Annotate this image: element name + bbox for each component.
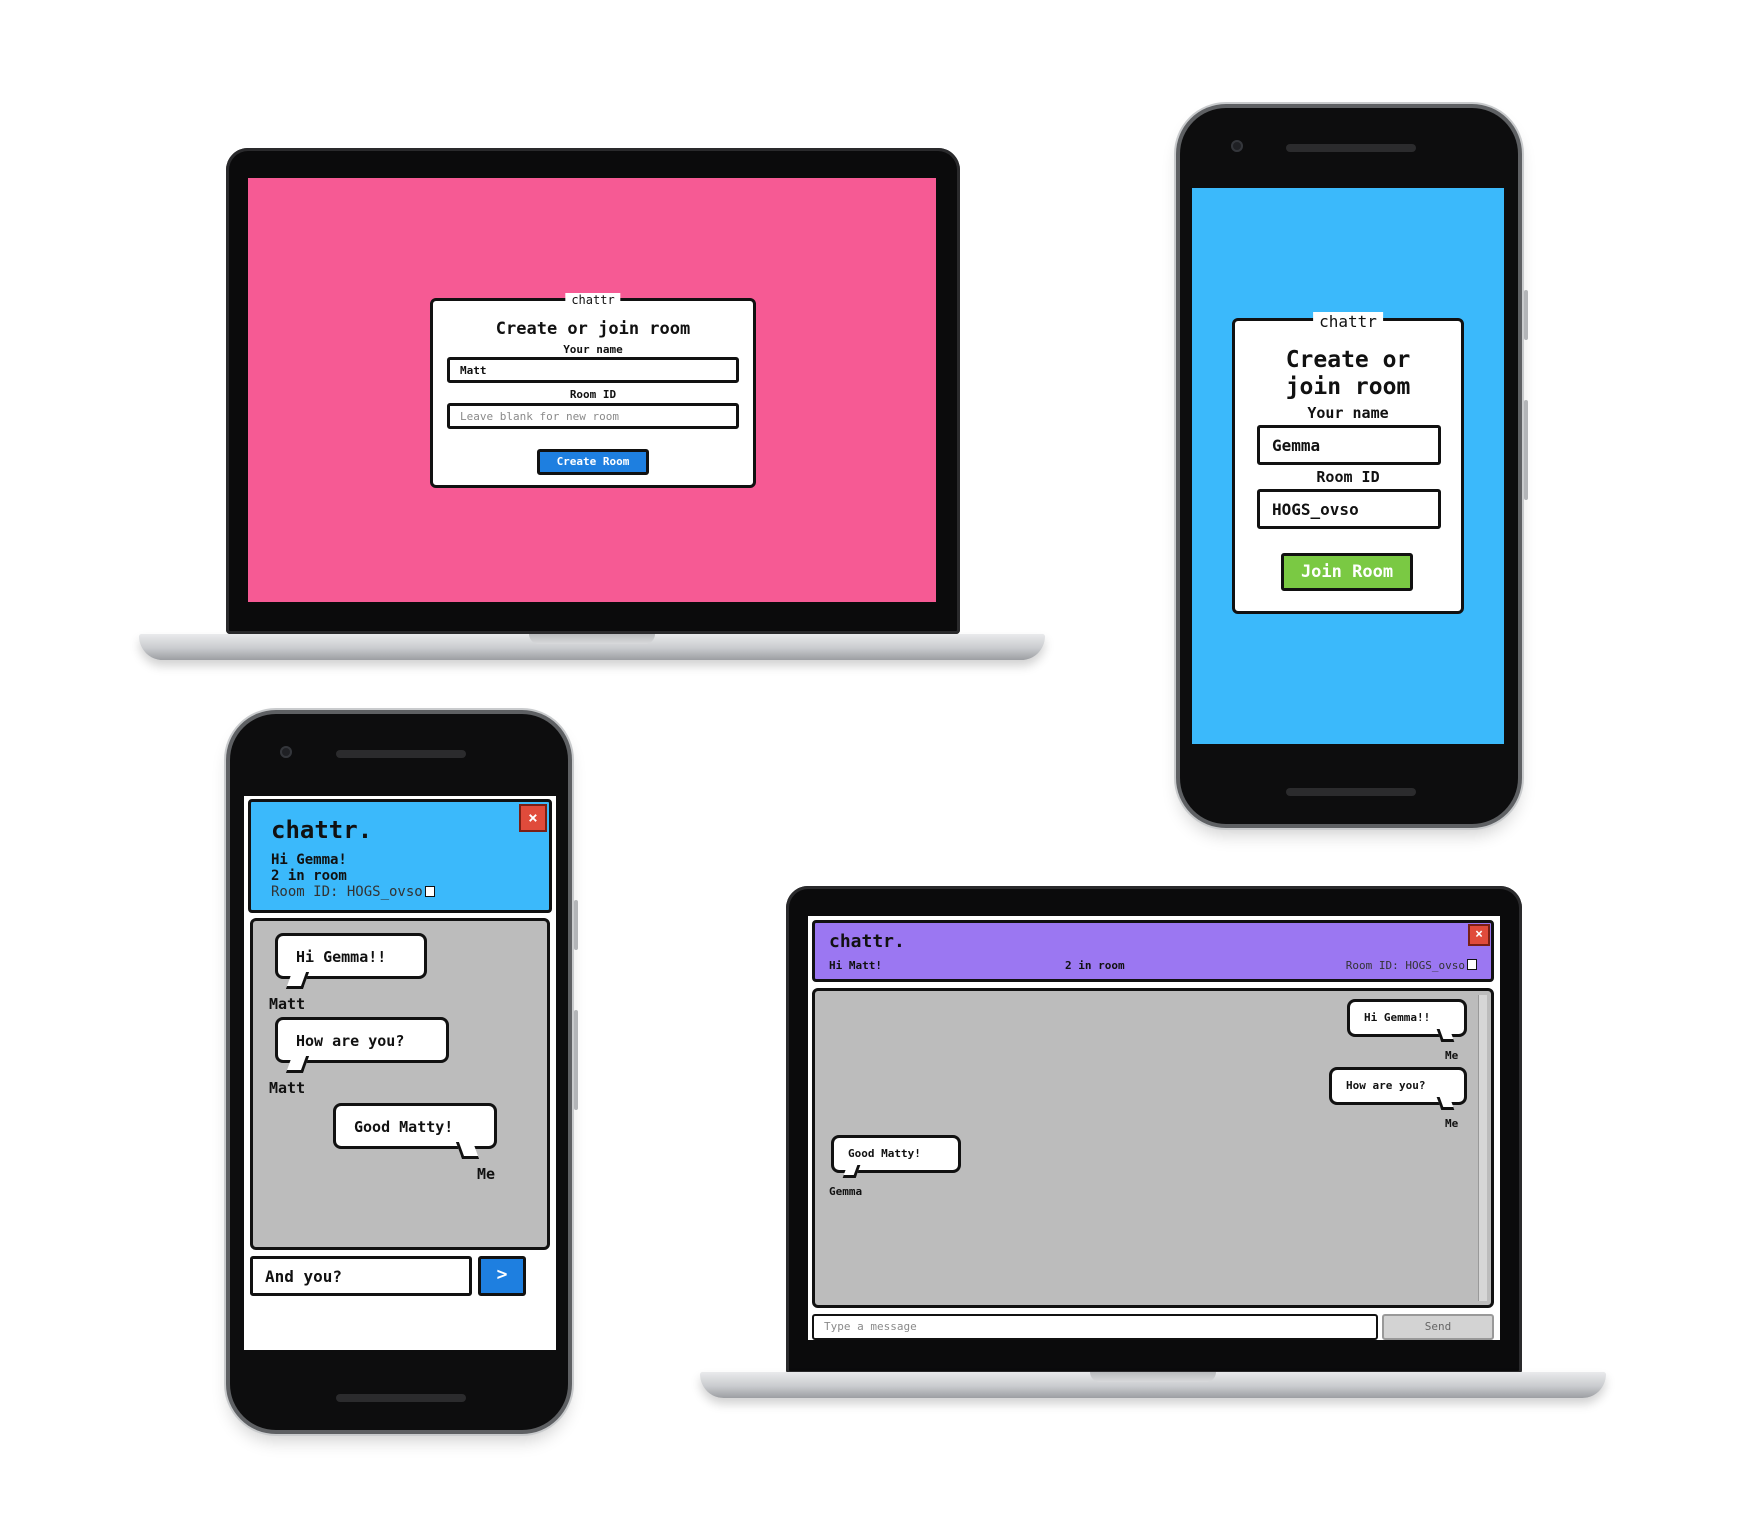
speaker-top: [1286, 144, 1416, 152]
message-area: Hi Gemma!! Me How are you? Me Good Matty…: [812, 988, 1494, 1308]
camera-icon: [1231, 140, 1243, 152]
greeting-text: Hi Gemma!: [271, 852, 347, 868]
room-id-value: Room ID: HOGS_ovso: [1345, 959, 1465, 972]
phone-top-power-button: [1524, 290, 1528, 340]
phone-chat-power-button: [574, 900, 578, 950]
laptop-top-lid: chattr Create or join room Your name Mat…: [226, 148, 960, 634]
panel-title-line1: Create or: [1285, 347, 1411, 373]
name-input[interactable]: Gemma: [1257, 425, 1441, 465]
brand-title: chattr.: [829, 931, 905, 952]
laptop-chat-screen: chattr. Hi Matt! 2 in room Room ID: HOGS…: [808, 916, 1500, 1340]
speaker-bottom: [1286, 788, 1416, 796]
room-count: 2 in room: [1065, 959, 1125, 972]
speaker-top: [336, 750, 466, 758]
room-id-text: Room ID: HOGS_ovso: [271, 884, 435, 900]
name-label: Your name: [563, 343, 623, 356]
room-id-label: Room ID: [569, 388, 617, 401]
greeting-text: Hi Matt!: [829, 959, 882, 972]
brand-title: chattr.: [271, 816, 373, 844]
phone-top: chattr Create or join room Your name Gem…: [1180, 108, 1518, 824]
phone-top-volume-button: [1524, 400, 1528, 500]
camera-icon: [280, 746, 292, 758]
panel-title-line2: join room: [1285, 374, 1411, 400]
message-sender: Me: [1445, 1117, 1459, 1130]
message-input[interactable]: And you?: [250, 1256, 472, 1296]
chat-header: chattr. Hi Gemma! 2 in room Room ID: HOG…: [248, 799, 552, 913]
close-icon[interactable]: ×: [1468, 924, 1490, 946]
room-id-input[interactable]: HOGS_ovso: [1257, 489, 1441, 529]
message-sender: Matt: [269, 1079, 306, 1097]
room-id-input[interactable]: Leave blank for new room: [447, 403, 739, 429]
speaker-bottom: [336, 1394, 466, 1402]
phone-top-screen: chattr Create or join room Your name Gem…: [1192, 188, 1504, 744]
laptop-top-base: [139, 634, 1045, 660]
scrollbar[interactable]: [1478, 995, 1487, 1301]
chat-header: chattr. Hi Matt! 2 in room Room ID: HOGS…: [812, 920, 1494, 982]
send-arrow-icon: >: [496, 1264, 508, 1285]
panel-legend: chattr: [1313, 312, 1383, 331]
name-label: Your name: [1307, 404, 1389, 422]
message-sender: Matt: [269, 995, 306, 1013]
phone-chat: chattr. Hi Gemma! 2 in room Room ID: HOG…: [230, 714, 568, 1430]
close-icon[interactable]: ×: [519, 804, 547, 832]
join-room-button[interactable]: Join Room: [1281, 553, 1413, 591]
phone-chat-screen: chattr. Hi Gemma! 2 in room Room ID: HOG…: [244, 796, 556, 1350]
create-room-button[interactable]: Create Room: [537, 449, 649, 475]
name-input[interactable]: Matt: [447, 357, 739, 383]
message-input[interactable]: Type a message: [812, 1314, 1378, 1340]
panel-title: Create or join room: [495, 319, 691, 339]
laptop-top-screen: chattr Create or join room Your name Mat…: [248, 178, 936, 602]
laptop-chat-base: [700, 1372, 1606, 1398]
copy-icon[interactable]: [424, 886, 435, 897]
panel-legend: chattr: [565, 293, 621, 307]
laptop-chat-lid: chattr. Hi Matt! 2 in room Room ID: HOGS…: [786, 886, 1522, 1374]
message-sender: Me: [477, 1165, 496, 1183]
send-button[interactable]: Send: [1382, 1314, 1494, 1340]
room-id-value: Room ID: HOGS_ovso: [271, 884, 423, 900]
join-room-panel: chattr Create or join room Your name Gem…: [1232, 312, 1464, 614]
message-sender: Gemma: [829, 1185, 863, 1198]
message-area: Hi Gemma!! Matt How are you? Matt Good M…: [250, 918, 550, 1250]
message-sender: Me: [1445, 1049, 1459, 1062]
phone-chat-volume-button: [574, 1010, 578, 1110]
send-button[interactable]: >: [478, 1256, 526, 1296]
create-room-panel: chattr Create or join room Your name Mat…: [430, 293, 756, 488]
room-id-label: Room ID: [1316, 468, 1380, 486]
copy-icon[interactable]: [1467, 959, 1477, 970]
room-count: 2 in room: [271, 868, 347, 884]
room-id-text: Room ID: HOGS_ovso: [1346, 959, 1477, 972]
